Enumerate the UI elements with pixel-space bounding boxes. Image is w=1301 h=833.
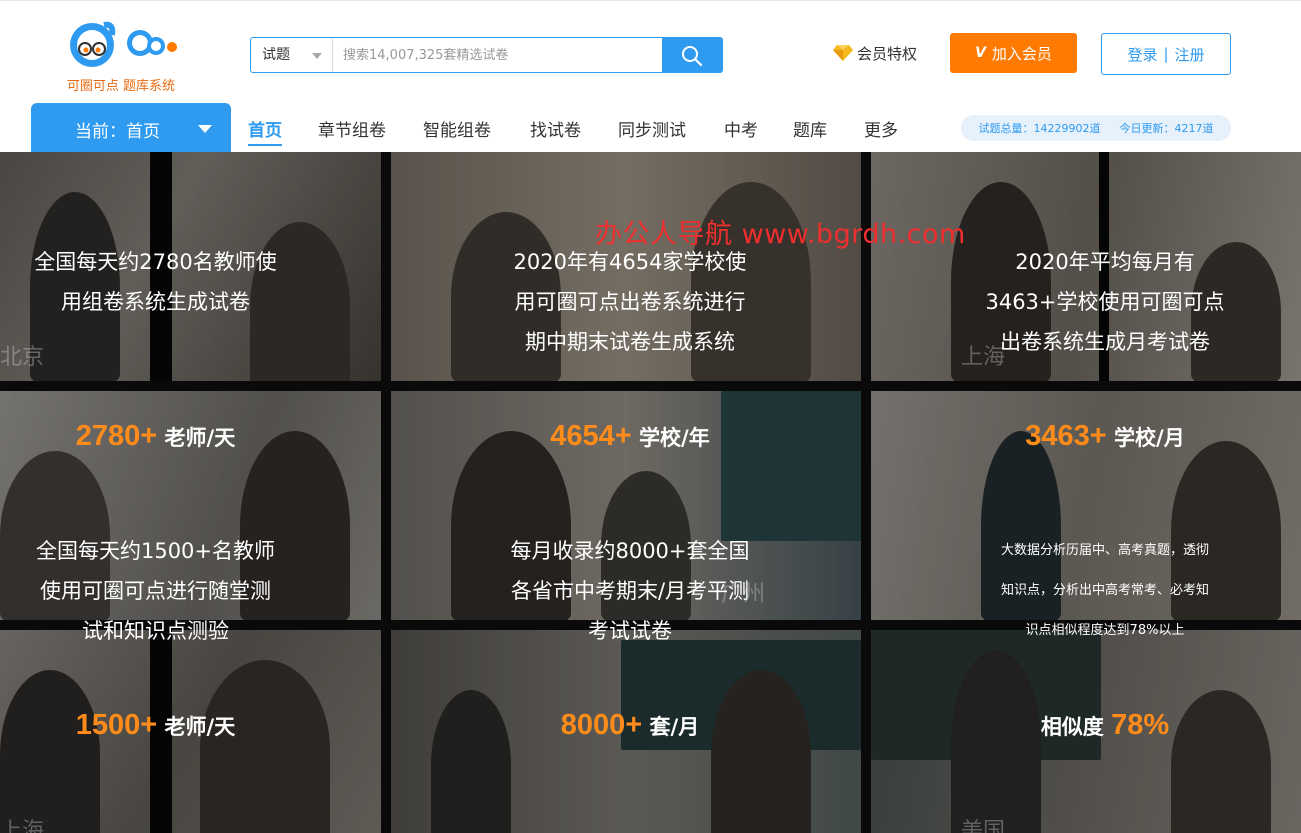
search-button[interactable]: [662, 37, 722, 73]
search-bar: 试题: [250, 37, 723, 73]
register-link[interactable]: 注册: [1175, 44, 1205, 65]
stats-bar: 试题总量：14229902道 今日更新：4217道: [961, 115, 1231, 141]
current-section-dropdown[interactable]: 当前：首页: [31, 103, 231, 153]
stat-description-3: 2020年平均每月有 3463+学校使用可圈可点 出卷系统生成月考试卷: [985, 250, 1225, 354]
login-separator: |: [1163, 45, 1169, 63]
metric-4: 1500+ 老师/天: [75, 709, 236, 741]
hero-section: 北京 上海 广州 上海 美国 办公人导航 www.bgrdh.com 全国每天约…: [0, 152, 1301, 833]
search-icon: [682, 46, 703, 67]
stat-description-6: 大数据分析历届中、高考真题，透彻 知识点，分析出中高考常考、必考知 识点相似程度…: [1000, 543, 1209, 638]
metric-5: 8000+ 套/月: [560, 709, 700, 741]
login-register-box: 登录 | 注册: [1101, 33, 1231, 75]
search-type-label: 试题: [262, 47, 290, 63]
nav-more[interactable]: 更多: [864, 116, 898, 141]
stats-total: 试题总量：14229902道: [978, 122, 1101, 135]
join-vip-button[interactable]: V 加入会员: [950, 33, 1077, 73]
nav-zhongkao[interactable]: 中考: [724, 116, 758, 141]
city-label: 美国: [961, 819, 1006, 833]
nav-sync-test[interactable]: 同步测试: [618, 116, 686, 141]
page: 可圈可点 题库系统 试题 会员特权 V: [0, 0, 1301, 833]
nav-find-paper[interactable]: 找试卷: [530, 116, 581, 141]
chevron-down-icon: [312, 53, 322, 59]
stat-description-2: 2020年有4654家学校使 用可圈可点出卷系统进行 期中期末试卷生成系统: [513, 250, 747, 354]
nav-smart-paper[interactable]: 智能组卷: [423, 116, 491, 141]
logo-icon: [70, 21, 177, 67]
stat-description-4: 全国每天约1500+名教师 使用可圈可点进行随堂测 试和知识点测验: [35, 539, 276, 643]
vip-privilege-label: 会员特权: [857, 44, 918, 63]
stats-today: 今日更新：4217道: [1119, 122, 1214, 135]
search-type-select[interactable]: 试题: [251, 38, 333, 72]
metric-3: 3463+ 学校/月: [1025, 420, 1185, 452]
nav-home[interactable]: 首页: [248, 116, 282, 146]
chevron-down-icon: [198, 125, 212, 133]
diamond-icon: [833, 45, 853, 61]
current-section-label: 当前：首页: [75, 122, 160, 142]
header: 可圈可点 题库系统 试题 会员特权 V: [0, 0, 1301, 153]
nav-chapter-paper[interactable]: 章节组卷: [318, 116, 386, 141]
stat-description-5: 每月收录约8000+套全国 各省市中考期末/月考平测 考试试卷: [510, 539, 750, 643]
join-vip-label: 加入会员: [991, 44, 1052, 63]
metric-1: 2780+ 老师/天: [75, 420, 236, 452]
search-input[interactable]: [334, 38, 664, 72]
city-label: 上海: [0, 819, 45, 833]
stat-description-1: 全国每天约2780名教师使 用组卷系统生成试卷: [34, 250, 277, 314]
site-logo[interactable]: 可圈可点 题库系统: [56, 15, 186, 95]
metric-6: 相似度 78%: [1040, 709, 1170, 741]
login-link[interactable]: 登录: [1127, 44, 1157, 65]
vip-privilege-link[interactable]: 会员特权: [832, 41, 917, 65]
nav-question-bank[interactable]: 题库: [793, 116, 827, 141]
metric-2: 4654+ 学校/年: [550, 420, 710, 452]
city-label: 北京: [0, 345, 45, 370]
vip-v-icon: V: [975, 45, 986, 61]
logo-subtitle: 可圈可点 题库系统: [66, 79, 176, 94]
